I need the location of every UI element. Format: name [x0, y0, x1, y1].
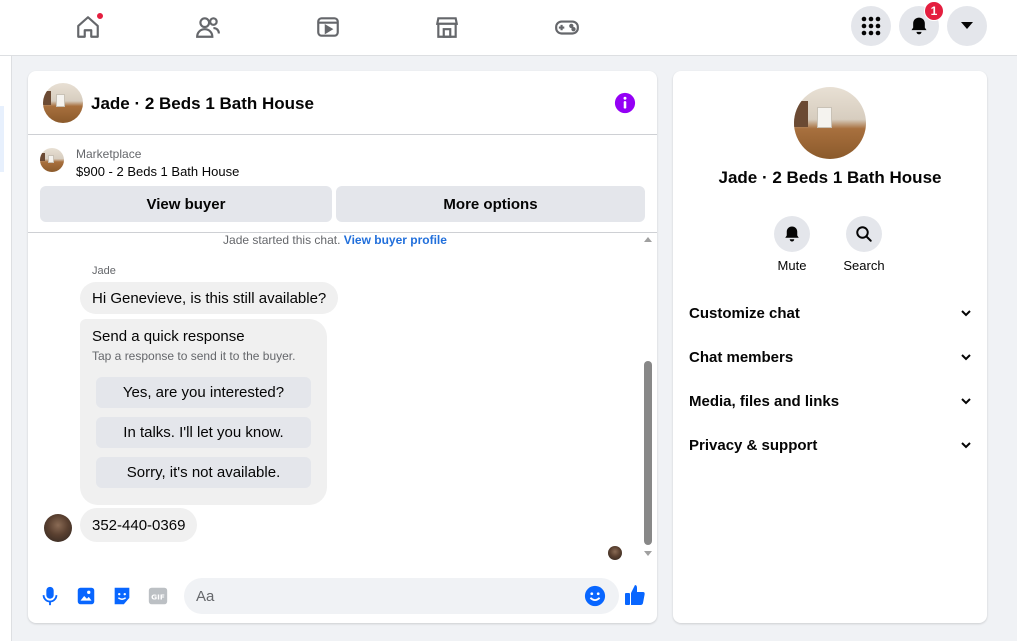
menu-button[interactable]	[851, 6, 891, 46]
section-label: Media, files and links	[689, 392, 840, 410]
search-label: Search	[843, 258, 885, 273]
mute-action[interactable]: Mute	[762, 216, 822, 273]
listing-price-title: $900 - 2 Beds 1 Bath House	[76, 164, 240, 179]
chevron-down-icon	[961, 442, 971, 449]
listing-thumbnail	[40, 148, 64, 172]
section-label: Customize chat	[689, 304, 800, 322]
emoji-icon[interactable]	[584, 585, 606, 607]
section-chat-members[interactable]: Chat members	[689, 341, 971, 373]
home-notification-dot	[96, 12, 104, 20]
gaming-tab[interactable]	[537, 0, 597, 54]
gif-icon[interactable]: GIF	[147, 585, 169, 607]
watch-icon	[317, 17, 339, 37]
friends-icon	[196, 17, 220, 38]
chat-info-panel: Jade · 2 Beds 1 Bath House Mute Search C…	[673, 71, 987, 623]
left-sidebar-edge	[0, 56, 12, 641]
bell-icon	[911, 17, 927, 35]
svg-text:GIF: GIF	[151, 593, 165, 602]
message-bubble: 352-440-0369	[80, 508, 198, 542]
notification-count-badge: 1	[924, 1, 944, 21]
message-scrollbar[interactable]	[641, 233, 655, 561]
thumbs-up-icon[interactable]	[623, 583, 647, 607]
chat-header: Jade · 2 Beds 1 Bath House	[28, 71, 657, 135]
search-button[interactable]	[846, 216, 882, 252]
chevron-down-icon	[961, 398, 971, 405]
info-icon[interactable]	[614, 92, 636, 114]
quick-response-option[interactable]: In talks. I'll let you know.	[96, 417, 311, 448]
top-nav: 1	[0, 0, 1017, 56]
section-label: Chat members	[689, 348, 794, 366]
scroll-down-arrow[interactable]	[644, 551, 652, 556]
marketplace-listing-card: Marketplace $900 - 2 Beds 1 Bath House V…	[28, 135, 657, 233]
quick-response-option[interactable]: Sorry, it's not available.	[96, 457, 311, 488]
listing-large-avatar[interactable]	[794, 87, 866, 159]
microphone-icon[interactable]	[39, 585, 61, 607]
account-button[interactable]	[947, 6, 987, 46]
view-buyer-button[interactable]: View buyer	[40, 186, 332, 222]
sender-name: Jade	[92, 265, 116, 277]
seen-indicator-avatar	[608, 546, 622, 560]
section-customize-chat[interactable]: Customize chat	[689, 297, 971, 329]
quick-response-card: Send a quick response Tap a response to …	[80, 319, 327, 505]
chat-started-notice: Jade started this chat. View buyer profi…	[28, 233, 642, 247]
scroll-up-arrow[interactable]	[644, 237, 652, 242]
friends-tab[interactable]	[178, 0, 238, 54]
section-media-files-links[interactable]: Media, files and links	[689, 385, 971, 417]
quick-response-subtitle: Tap a response to send it to the buyer.	[92, 349, 296, 363]
gaming-icon	[555, 20, 579, 35]
message-input[interactable]: Aa	[184, 578, 619, 614]
chat-title[interactable]: Jade · 2 Beds 1 Bath House	[91, 94, 314, 114]
scroll-thumb[interactable]	[644, 361, 652, 545]
mute-button[interactable]	[774, 216, 810, 252]
photo-icon[interactable]	[75, 585, 97, 607]
sender-avatar[interactable]	[44, 514, 72, 542]
notifications-button[interactable]: 1	[899, 1, 944, 46]
view-buyer-profile-link[interactable]: View buyer profile	[344, 233, 447, 247]
search-action[interactable]: Search	[834, 216, 894, 273]
bell-icon	[785, 226, 799, 242]
message-bubble: Hi Genevieve, is this still available?	[80, 282, 339, 314]
caret-down-icon	[961, 22, 973, 29]
section-label: Privacy & support	[689, 436, 818, 454]
chat-info-title: Jade · 2 Beds 1 Bath House	[718, 168, 942, 187]
chat-panel: Jade · 2 Beds 1 Bath House Marketplace $…	[28, 71, 657, 623]
chevron-down-icon	[961, 354, 971, 361]
listing-source: Marketplace	[76, 147, 142, 161]
more-options-button[interactable]: More options	[336, 186, 645, 222]
listing-avatar[interactable]	[43, 83, 83, 123]
chevron-down-icon	[961, 310, 971, 317]
home-tab[interactable]	[58, 0, 118, 54]
sidebar-selected-indicator	[0, 106, 4, 172]
marketplace-tab[interactable]	[417, 0, 477, 54]
apps-grid-icon	[861, 16, 881, 36]
search-icon	[856, 226, 872, 242]
message-input-placeholder: Aa	[196, 588, 215, 605]
watch-tab[interactable]	[298, 0, 358, 54]
marketplace-icon	[435, 17, 459, 38]
sticker-icon[interactable]	[111, 585, 133, 607]
message-composer: GIF Aa	[28, 573, 657, 623]
quick-response-title: Send a quick response	[92, 328, 245, 345]
chat-started-text: Jade started this chat.	[223, 233, 341, 247]
section-privacy-support[interactable]: Privacy & support	[689, 429, 971, 461]
message-list: Jade started this chat. View buyer profi…	[28, 233, 657, 573]
mute-label: Mute	[777, 258, 807, 273]
quick-response-option[interactable]: Yes, are you interested?	[96, 377, 311, 408]
